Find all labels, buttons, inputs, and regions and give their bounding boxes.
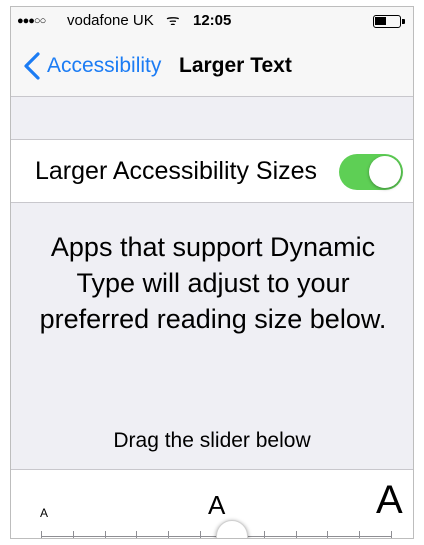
slider-hint: Drag the slider below [113,429,311,452]
back-button[interactable]: Accessibility [23,49,161,83]
slider-tick [136,531,138,538]
section-spacer [11,97,413,139]
slider-tick [41,531,42,538]
navigation-bar: Accessibility Larger Text [11,35,413,97]
battery-icon [373,15,405,28]
slider-tick [104,531,106,538]
slider-tick [327,531,329,538]
signal-strength-icon: ●●●○○ [17,15,46,27]
chevron-left-icon [24,52,40,80]
status-time: 12:05 [193,12,232,29]
slider-tick [263,531,265,538]
slider-tick [200,531,202,538]
switch-knob [369,156,401,188]
phone-screen: ●●●○○ vodafone UK ᯤ 12:05 Accessibility … [10,6,414,539]
page-title: Larger Text [179,54,292,77]
text-size-slider-panel: A A A [11,469,413,538]
slider-tick [72,531,74,538]
slider-tick [391,531,392,538]
text-size-slider[interactable] [41,470,392,538]
dynamic-type-description: Apps that support Dynamic Type will adju… [39,232,387,334]
larger-accessibility-sizes-row: Larger Accessibility Sizes [11,139,413,203]
carrier-name: vodafone UK [67,12,154,29]
wifi-icon: ᯤ [166,12,180,29]
back-button-label: Accessibility [47,54,162,77]
slider-tick [295,531,297,538]
slider-thumb[interactable] [215,520,248,538]
larger-accessibility-sizes-switch[interactable] [339,154,403,190]
slider-tick [359,531,361,538]
toggle-label: Larger Accessibility Sizes [35,157,318,185]
slider-tick [168,531,170,538]
status-bar: ●●●○○ vodafone UK ᯤ 12:05 [11,7,413,35]
